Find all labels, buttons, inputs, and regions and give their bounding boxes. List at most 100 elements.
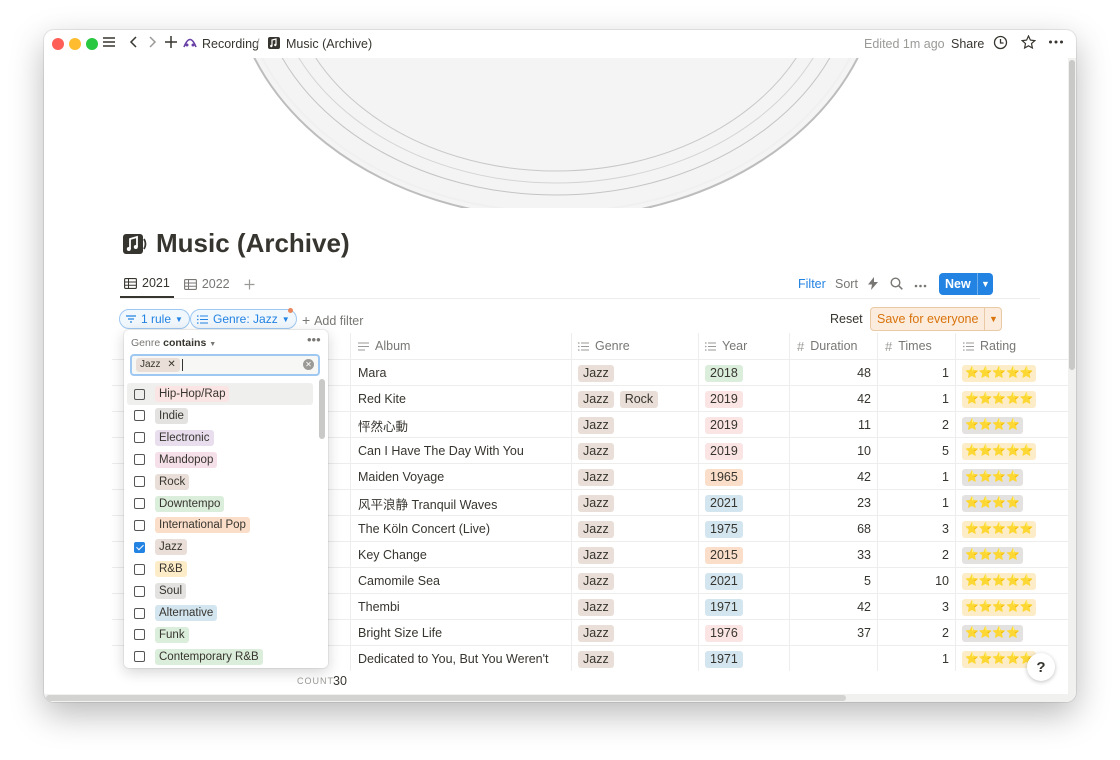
- genre-cell[interactable]: Jazz: [578, 438, 620, 464]
- column-header-rating[interactable]: Rating: [963, 333, 1016, 359]
- genre-option[interactable]: Alternative: [127, 602, 313, 624]
- genre-option[interactable]: Downtempo: [127, 493, 313, 515]
- times-cell[interactable]: 2: [877, 620, 949, 646]
- save-for-everyone-button[interactable]: Save for everyone ▼: [870, 307, 1003, 331]
- duration-cell[interactable]: 10: [789, 438, 871, 464]
- genre-option[interactable]: Soul: [127, 580, 313, 602]
- times-cell[interactable]: 5: [877, 438, 949, 464]
- genre-cell[interactable]: Jazz: [578, 516, 620, 542]
- album-cell[interactable]: Dedicated to You, But You Weren't: [358, 646, 549, 672]
- year-cell[interactable]: 2021: [705, 490, 749, 516]
- duration-cell[interactable]: [789, 646, 871, 672]
- breadcrumb-parent[interactable]: Recording: [202, 37, 259, 51]
- duration-cell[interactable]: 33: [789, 542, 871, 568]
- sort-button[interactable]: Sort: [835, 277, 858, 291]
- add-filter-button[interactable]: + Add filter: [302, 312, 363, 328]
- genre-cell[interactable]: Jazz: [578, 464, 620, 490]
- column-header-genre[interactable]: Genre: [578, 333, 630, 359]
- option-checkbox[interactable]: [134, 454, 145, 466]
- genre-option[interactable]: International Pop: [127, 514, 313, 536]
- genre-cell[interactable]: Jazz: [578, 568, 620, 594]
- help-button[interactable]: ?: [1027, 653, 1055, 681]
- column-header-duration[interactable]: # Duration: [797, 333, 857, 359]
- year-cell[interactable]: 1971: [705, 594, 749, 620]
- rating-cell[interactable]: ⭐⭐⭐⭐⭐: [962, 516, 1037, 542]
- rating-cell[interactable]: ⭐⭐⭐⭐⭐: [962, 568, 1037, 594]
- genre-cell[interactable]: Jazz: [578, 646, 620, 672]
- year-cell[interactable]: 2018: [705, 360, 749, 386]
- option-checkbox[interactable]: [134, 607, 145, 619]
- duration-cell[interactable]: 48: [789, 360, 871, 386]
- genre-cell[interactable]: Jazz: [578, 412, 620, 438]
- option-checkbox[interactable]: [134, 388, 145, 400]
- times-cell[interactable]: 1: [877, 360, 949, 386]
- option-checkbox[interactable]: [134, 563, 145, 575]
- rating-cell[interactable]: ⭐⭐⭐⭐⭐: [962, 646, 1037, 672]
- duration-cell[interactable]: 42: [789, 386, 871, 412]
- dropdown-scrollbar[interactable]: [319, 379, 325, 667]
- rule-filter-pill[interactable]: 1 rule ▼: [119, 309, 190, 329]
- more-options-icon[interactable]: [1048, 35, 1064, 54]
- genre-cell[interactable]: Jazz: [578, 542, 620, 568]
- album-cell[interactable]: Mara: [358, 360, 386, 386]
- album-cell[interactable]: Maiden Voyage: [358, 464, 444, 490]
- sidebar-menu-icon[interactable]: [102, 35, 116, 54]
- clear-input-icon[interactable]: ✕: [303, 359, 314, 370]
- genre-option[interactable]: Rock: [127, 471, 313, 493]
- option-checkbox[interactable]: [134, 410, 145, 422]
- zoom-window-button[interactable]: [86, 38, 98, 50]
- duration-cell[interactable]: 68: [789, 516, 871, 542]
- genre-option[interactable]: Indie: [127, 405, 313, 427]
- new-record-button[interactable]: New ▼: [939, 273, 993, 295]
- tab-2021[interactable]: 2021: [120, 276, 174, 298]
- album-cell[interactable]: Thembi: [358, 594, 400, 620]
- option-checkbox[interactable]: [134, 629, 145, 641]
- album-cell[interactable]: Bright Size Life: [358, 620, 442, 646]
- chevron-down-icon[interactable]: ▼: [985, 314, 1001, 324]
- times-cell[interactable]: 1: [877, 386, 949, 412]
- duration-cell[interactable]: 5: [789, 568, 871, 594]
- album-cell[interactable]: 风平浪静 Tranquil Waves: [358, 490, 497, 516]
- option-checkbox[interactable]: [134, 651, 145, 663]
- genre-cell[interactable]: Jazz Rock: [578, 386, 664, 412]
- rating-cell[interactable]: ⭐⭐⭐⭐: [962, 542, 1023, 568]
- rating-cell[interactable]: ⭐⭐⭐⭐⭐: [962, 386, 1037, 412]
- genre-option[interactable]: Hip-Hop/Rap: [127, 383, 313, 405]
- year-cell[interactable]: 2019: [705, 412, 749, 438]
- times-cell[interactable]: 1: [877, 646, 949, 672]
- genre-option[interactable]: Contemporary R&B: [127, 646, 313, 668]
- option-checkbox[interactable]: [134, 476, 145, 488]
- times-cell[interactable]: 3: [877, 516, 949, 542]
- duration-cell[interactable]: 11: [789, 412, 871, 438]
- new-page-icon[interactable]: [164, 35, 178, 54]
- automation-bolt-icon[interactable]: [868, 277, 878, 293]
- genre-option[interactable]: Jazz: [127, 536, 313, 558]
- album-cell[interactable]: The Köln Concert (Live): [358, 516, 490, 542]
- column-header-year[interactable]: Year: [705, 333, 747, 359]
- rating-cell[interactable]: ⭐⭐⭐⭐: [962, 620, 1023, 646]
- option-checkbox[interactable]: [134, 498, 145, 509]
- times-cell[interactable]: 2: [877, 542, 949, 568]
- album-cell[interactable]: Camomile Sea: [358, 568, 440, 594]
- favorite-star-icon[interactable]: [1020, 34, 1037, 55]
- filter-button[interactable]: Filter: [798, 277, 826, 291]
- back-icon[interactable]: [128, 35, 140, 54]
- add-view-button[interactable]: [240, 276, 259, 298]
- duration-cell[interactable]: 23: [789, 490, 871, 516]
- breadcrumb-current[interactable]: Music (Archive): [286, 37, 372, 51]
- close-window-button[interactable]: [52, 38, 64, 50]
- album-cell[interactable]: Can I Have The Day With You: [358, 438, 524, 464]
- cover-image[interactable]: [44, 58, 1068, 208]
- genre-filter-pill[interactable]: Genre: Jazz ▼: [190, 309, 297, 329]
- search-icon[interactable]: [890, 277, 903, 293]
- filter-condition[interactable]: Genre contains ▼: [131, 337, 216, 349]
- genre-cell[interactable]: Jazz: [578, 490, 620, 516]
- column-header-album[interactable]: Album: [358, 333, 410, 359]
- option-checkbox[interactable]: [134, 519, 145, 531]
- reset-button[interactable]: Reset: [830, 312, 863, 326]
- minimize-window-button[interactable]: [69, 38, 81, 50]
- rating-cell[interactable]: ⭐⭐⭐⭐: [962, 490, 1023, 516]
- year-cell[interactable]: 2019: [705, 386, 749, 412]
- share-button[interactable]: Share: [951, 37, 984, 51]
- forward-icon[interactable]: [146, 35, 158, 54]
